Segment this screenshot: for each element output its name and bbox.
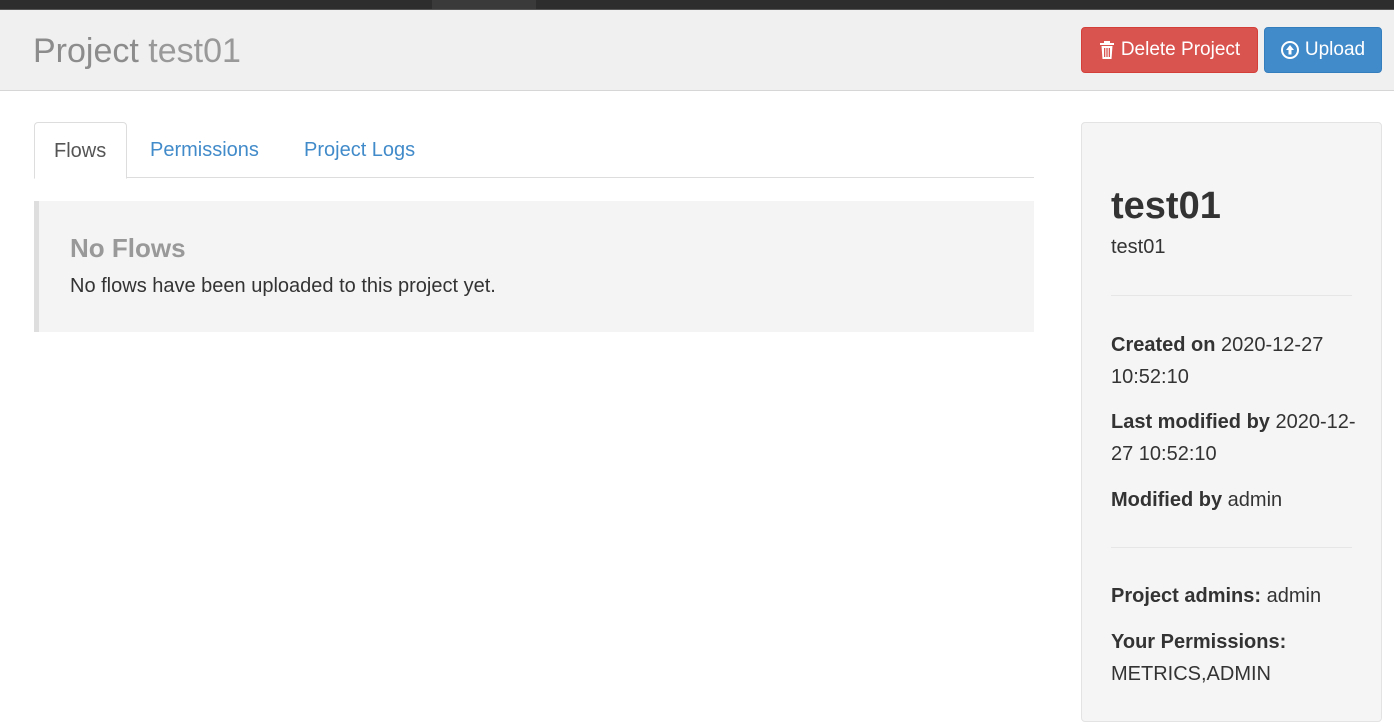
- top-navbar: [0, 0, 1394, 10]
- page-title-prefix: Project: [33, 32, 139, 70]
- navbar-active-tab[interactable]: [432, 0, 536, 9]
- your-permissions-value: METRICS,ADMIN: [1111, 663, 1271, 685]
- delete-project-button[interactable]: Delete Project: [1081, 27, 1258, 73]
- tab-flows[interactable]: Flows: [34, 122, 127, 179]
- project-description: test01: [1111, 236, 1166, 258]
- page-title: Project test01: [33, 31, 241, 71]
- your-permissions-label: Your Permissions:: [1111, 631, 1287, 653]
- project-admins-label: Project admins:: [1111, 585, 1262, 607]
- project-tabs: Flows Permissions Project Logs: [34, 122, 1034, 179]
- last-modified-label: Last modified by: [1111, 411, 1270, 433]
- upload-button[interactable]: Upload: [1264, 27, 1382, 73]
- modified-by-value: admin: [1227, 489, 1283, 511]
- tab-permissions[interactable]: Permissions: [131, 122, 278, 178]
- divider: [1111, 547, 1352, 548]
- modified-by-info: Modified by admin: [1111, 484, 1356, 516]
- no-flows-callout: No Flows No flows have been uploaded to …: [34, 201, 1034, 332]
- created-on-label: Created on: [1111, 334, 1216, 356]
- modified-by-label: Modified by: [1111, 489, 1223, 511]
- tab-project-logs[interactable]: Project Logs: [285, 122, 434, 178]
- project-info-panel: test01 test01 Created on 2020-12-27 10:5…: [1081, 122, 1382, 722]
- last-modified-info: Last modified by 2020-12-27 10:52:10: [1111, 406, 1356, 470]
- created-on-info: Created on 2020-12-27 10:52:10: [1111, 329, 1356, 393]
- no-flows-title: No Flows: [70, 233, 186, 263]
- project-name-heading: test01: [1111, 185, 1221, 227]
- divider: [1111, 295, 1352, 296]
- page-title-project-name: test01: [148, 32, 241, 70]
- upload-label: Upload: [1304, 39, 1366, 60]
- no-flows-message: No flows have been uploaded to this proj…: [70, 275, 496, 297]
- trash-icon: [1099, 41, 1115, 59]
- project-admins-info: Project admins: admin: [1111, 580, 1356, 612]
- project-admins-value: admin: [1266, 585, 1322, 607]
- circle-arrow-up-icon: [1280, 41, 1299, 59]
- your-permissions-info: Your Permissions: METRICS,ADMIN: [1111, 626, 1356, 690]
- delete-project-label: Delete Project: [1120, 39, 1241, 60]
- page-header: Project test01 Delete Project Upload: [0, 10, 1394, 91]
